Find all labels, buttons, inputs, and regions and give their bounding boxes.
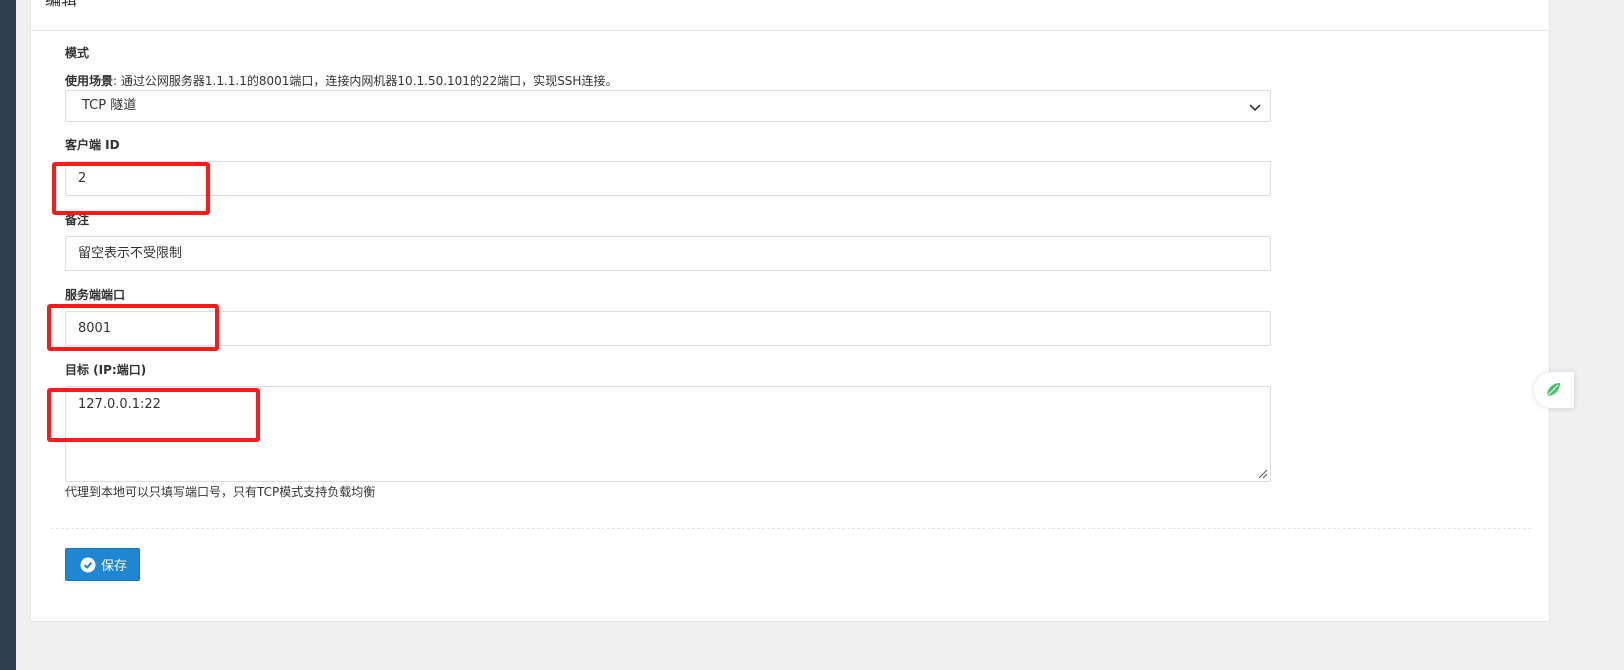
panel-header: 编辑 bbox=[31, 0, 1549, 31]
form-divider bbox=[51, 528, 1531, 529]
target-label: 目标 (IP:端口) bbox=[65, 363, 147, 377]
remark-placeholder: 留空表示不受限制 bbox=[78, 246, 183, 261]
server-port-label: 服务端端口 bbox=[65, 288, 126, 302]
client-id-input[interactable]: 2 bbox=[65, 161, 1271, 196]
target-help: 代理到本地可以只填写端口号，只有TCP模式支持负载均衡 bbox=[65, 485, 376, 499]
mode-select-value: TCP 隧道 bbox=[82, 98, 137, 113]
save-button-label: 保存 bbox=[101, 559, 128, 574]
highlight-target bbox=[47, 388, 260, 442]
highlight-server-port bbox=[47, 304, 219, 351]
mode-help-bold: 使用场景 bbox=[65, 74, 114, 88]
check-circle-icon bbox=[80, 557, 96, 572]
resize-grip-icon[interactable] bbox=[1256, 467, 1268, 479]
panel-title: 编辑 bbox=[45, 0, 77, 9]
mode-group: 模式 使用场景: 通过公网服务器1.1.1.1的8001端口，连接内网机器10.… bbox=[65, 44, 1271, 122]
server-port-input[interactable]: 8001 bbox=[65, 311, 1271, 346]
sidebar-edge bbox=[0, 0, 16, 670]
client-id-group: 客户端 ID 2 bbox=[65, 136, 1271, 196]
remark-input[interactable]: 留空表示不受限制 bbox=[65, 236, 1271, 271]
chevron-down-icon bbox=[1249, 104, 1261, 112]
floating-side-widget[interactable] bbox=[1534, 372, 1574, 408]
client-id-label: 客户端 ID bbox=[65, 138, 120, 152]
mode-help-text: : 通过公网服务器1.1.1.1的8001端口，连接内网机器10.1.50.10… bbox=[113, 74, 618, 88]
mode-select[interactable]: TCP 隧道 bbox=[65, 90, 1271, 122]
highlight-client-id bbox=[52, 162, 210, 215]
remark-label: 备注 bbox=[65, 213, 90, 227]
save-button[interactable]: 保存 bbox=[65, 548, 140, 581]
edit-panel: 编辑 模式 使用场景: 通过公网服务器1.1.1.1的8001端口，连接内网机器… bbox=[30, 0, 1550, 622]
mode-label: 模式 bbox=[65, 46, 90, 60]
server-port-group: 服务端端口 8001 bbox=[65, 286, 1271, 346]
mode-help: 使用场景: 通过公网服务器1.1.1.1的8001端口，连接内网机器10.1.5… bbox=[65, 73, 1271, 89]
remark-group: 备注 留空表示不受限制 bbox=[65, 211, 1271, 271]
leaf-icon bbox=[1546, 383, 1560, 397]
